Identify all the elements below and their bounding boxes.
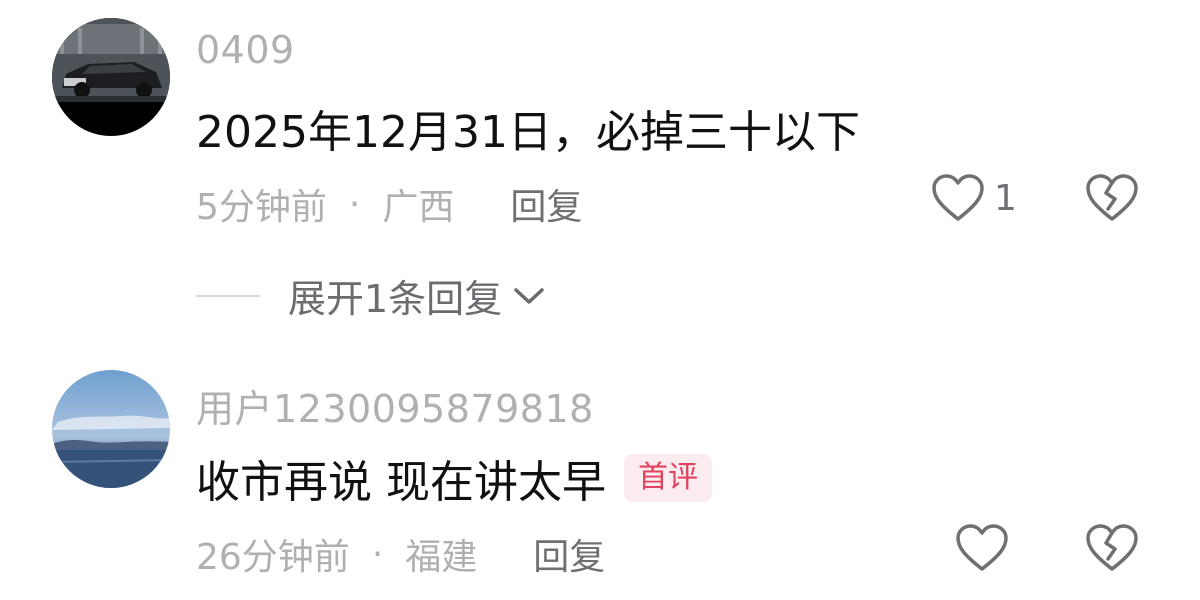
broken-heart-icon xyxy=(1086,174,1138,221)
comment-meta: 26分钟前 · 福建 回复 xyxy=(196,528,605,580)
separator-dot: · xyxy=(348,183,361,225)
reply-button[interactable]: 回复 xyxy=(533,528,605,580)
comment-text: 2025年12月31日，必掉三十以下 xyxy=(196,96,860,160)
chevron-down-icon xyxy=(514,287,544,304)
comment-text: 收市再说 现在讲太早 首评 xyxy=(196,446,712,510)
expand-replies-button[interactable]: 展开1条回复 xyxy=(196,268,546,323)
car-photo-avatar-icon xyxy=(52,18,170,136)
timestamp: 26分钟前 xyxy=(196,537,350,578)
dislike-button[interactable] xyxy=(1084,172,1140,228)
expand-divider xyxy=(196,294,260,297)
separator-dot: · xyxy=(371,533,384,575)
comment-text-label: 2025年12月31日，必掉三十以下 xyxy=(196,107,860,158)
comment-meta: 5分钟前 · 广西 回复 xyxy=(196,178,582,230)
username[interactable]: 用户1230095879818 xyxy=(196,378,594,433)
dislike-button[interactable] xyxy=(1084,522,1140,578)
location: 福建 xyxy=(405,537,478,578)
landscape-photo-avatar-icon xyxy=(52,370,170,488)
like-button[interactable]: 1 xyxy=(930,172,1017,224)
username[interactable]: 0409 xyxy=(196,28,295,72)
like-button[interactable] xyxy=(954,522,1010,574)
timestamp: 5分钟前 xyxy=(196,187,327,228)
avatar[interactable] xyxy=(52,18,170,136)
expand-replies-label: 展开1条回复 xyxy=(288,277,503,321)
reply-button[interactable]: 回复 xyxy=(510,178,582,230)
comment-text-label: 收市再说 现在讲太早 xyxy=(196,457,606,508)
avatar[interactable] xyxy=(52,370,170,488)
broken-heart-icon xyxy=(1086,524,1138,571)
first-comment-badge: 首评 xyxy=(624,454,712,502)
heart-icon xyxy=(932,174,984,221)
location: 广西 xyxy=(382,187,455,228)
like-count: 1 xyxy=(994,177,1017,219)
heart-icon xyxy=(956,524,1008,571)
